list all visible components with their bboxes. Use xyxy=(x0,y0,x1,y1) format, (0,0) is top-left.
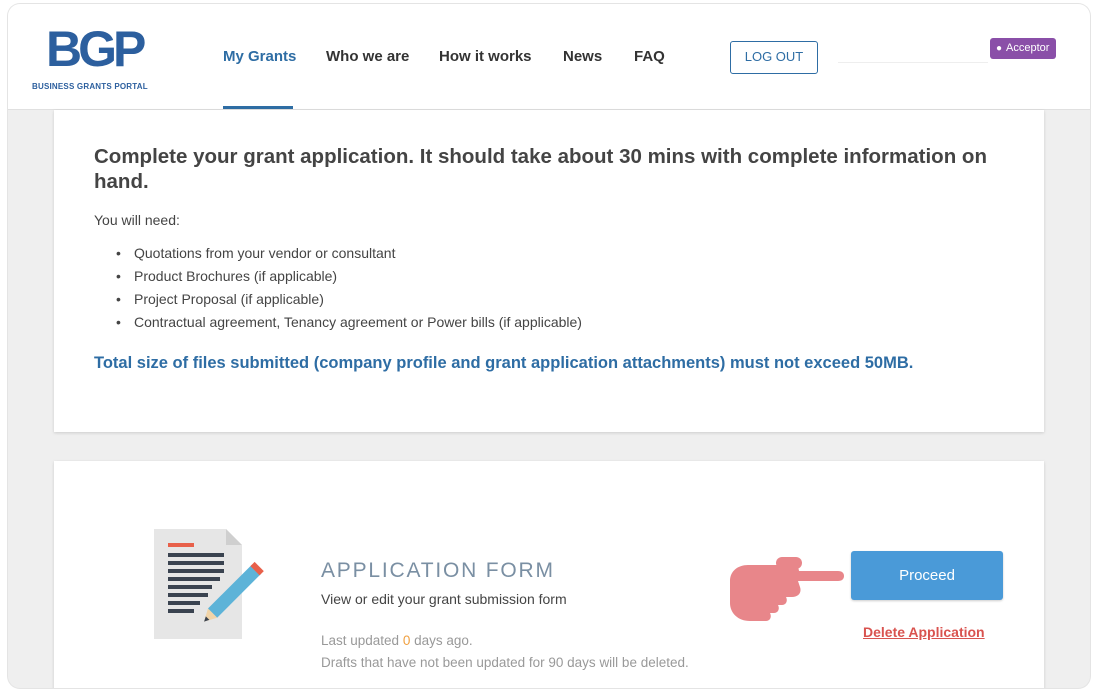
instructions-heading: Complete your grant application. It shou… xyxy=(94,145,987,193)
application-form-title: APPLICATION FORM xyxy=(321,559,555,582)
nav-my-grants[interactable]: My Grants xyxy=(223,48,296,65)
proceed-button[interactable]: Proceed xyxy=(851,551,1003,600)
bgp-logo[interactable]: BGP BUSINESS GRANTS PORTAL xyxy=(32,22,172,94)
application-form-card: APPLICATION FORM View or edit your grant… xyxy=(54,461,1044,688)
logo-text: BGP xyxy=(46,21,146,77)
nav-how-it-works[interactable]: How it works xyxy=(439,48,532,65)
list-item: Quotations from your vendor or consultan… xyxy=(112,242,582,265)
user-name-placeholder xyxy=(838,62,988,63)
file-size-note: Total size of files submitted (company p… xyxy=(94,354,914,372)
nav-news[interactable]: News xyxy=(563,48,602,65)
nav-faq[interactable]: FAQ xyxy=(634,48,665,65)
last-updated-text: Last updated 0 days ago. xyxy=(321,633,473,648)
need-label: You will need: xyxy=(94,212,180,228)
last-updated-prefix: Last updated xyxy=(321,633,403,648)
instructions-card: Complete your grant application. It shou… xyxy=(54,110,1044,432)
delete-application-link[interactable]: Delete Application xyxy=(863,624,985,640)
user-icon: ● xyxy=(996,43,1003,54)
nav-who-we-are[interactable]: Who we are xyxy=(326,48,409,65)
role-label: Acceptor xyxy=(1006,42,1050,54)
list-item: Product Brochures (if applicable) xyxy=(112,265,582,288)
logout-button[interactable]: LOG OUT xyxy=(730,41,818,74)
role-badge[interactable]: ● Acceptor xyxy=(990,38,1057,59)
drafts-deletion-note: Drafts that have not been updated for 90… xyxy=(321,655,689,670)
list-item: Contractual agreement, Tenancy agreement… xyxy=(112,311,582,334)
application-form-subtitle: View or edit your grant submission form xyxy=(321,591,567,607)
document-edit-icon xyxy=(154,529,264,639)
last-updated-suffix: days ago. xyxy=(410,633,473,648)
pointing-hand-icon xyxy=(730,557,844,621)
list-item: Project Proposal (if applicable) xyxy=(112,288,582,311)
requirements-list: Quotations from your vendor or consultan… xyxy=(112,242,582,334)
header: BGP BUSINESS GRANTS PORTAL My Grants Who… xyxy=(8,4,1090,110)
logo-subtitle: BUSINESS GRANTS PORTAL xyxy=(32,82,148,91)
active-nav-indicator xyxy=(223,106,293,109)
app-window: BGP BUSINESS GRANTS PORTAL My Grants Who… xyxy=(8,4,1090,688)
